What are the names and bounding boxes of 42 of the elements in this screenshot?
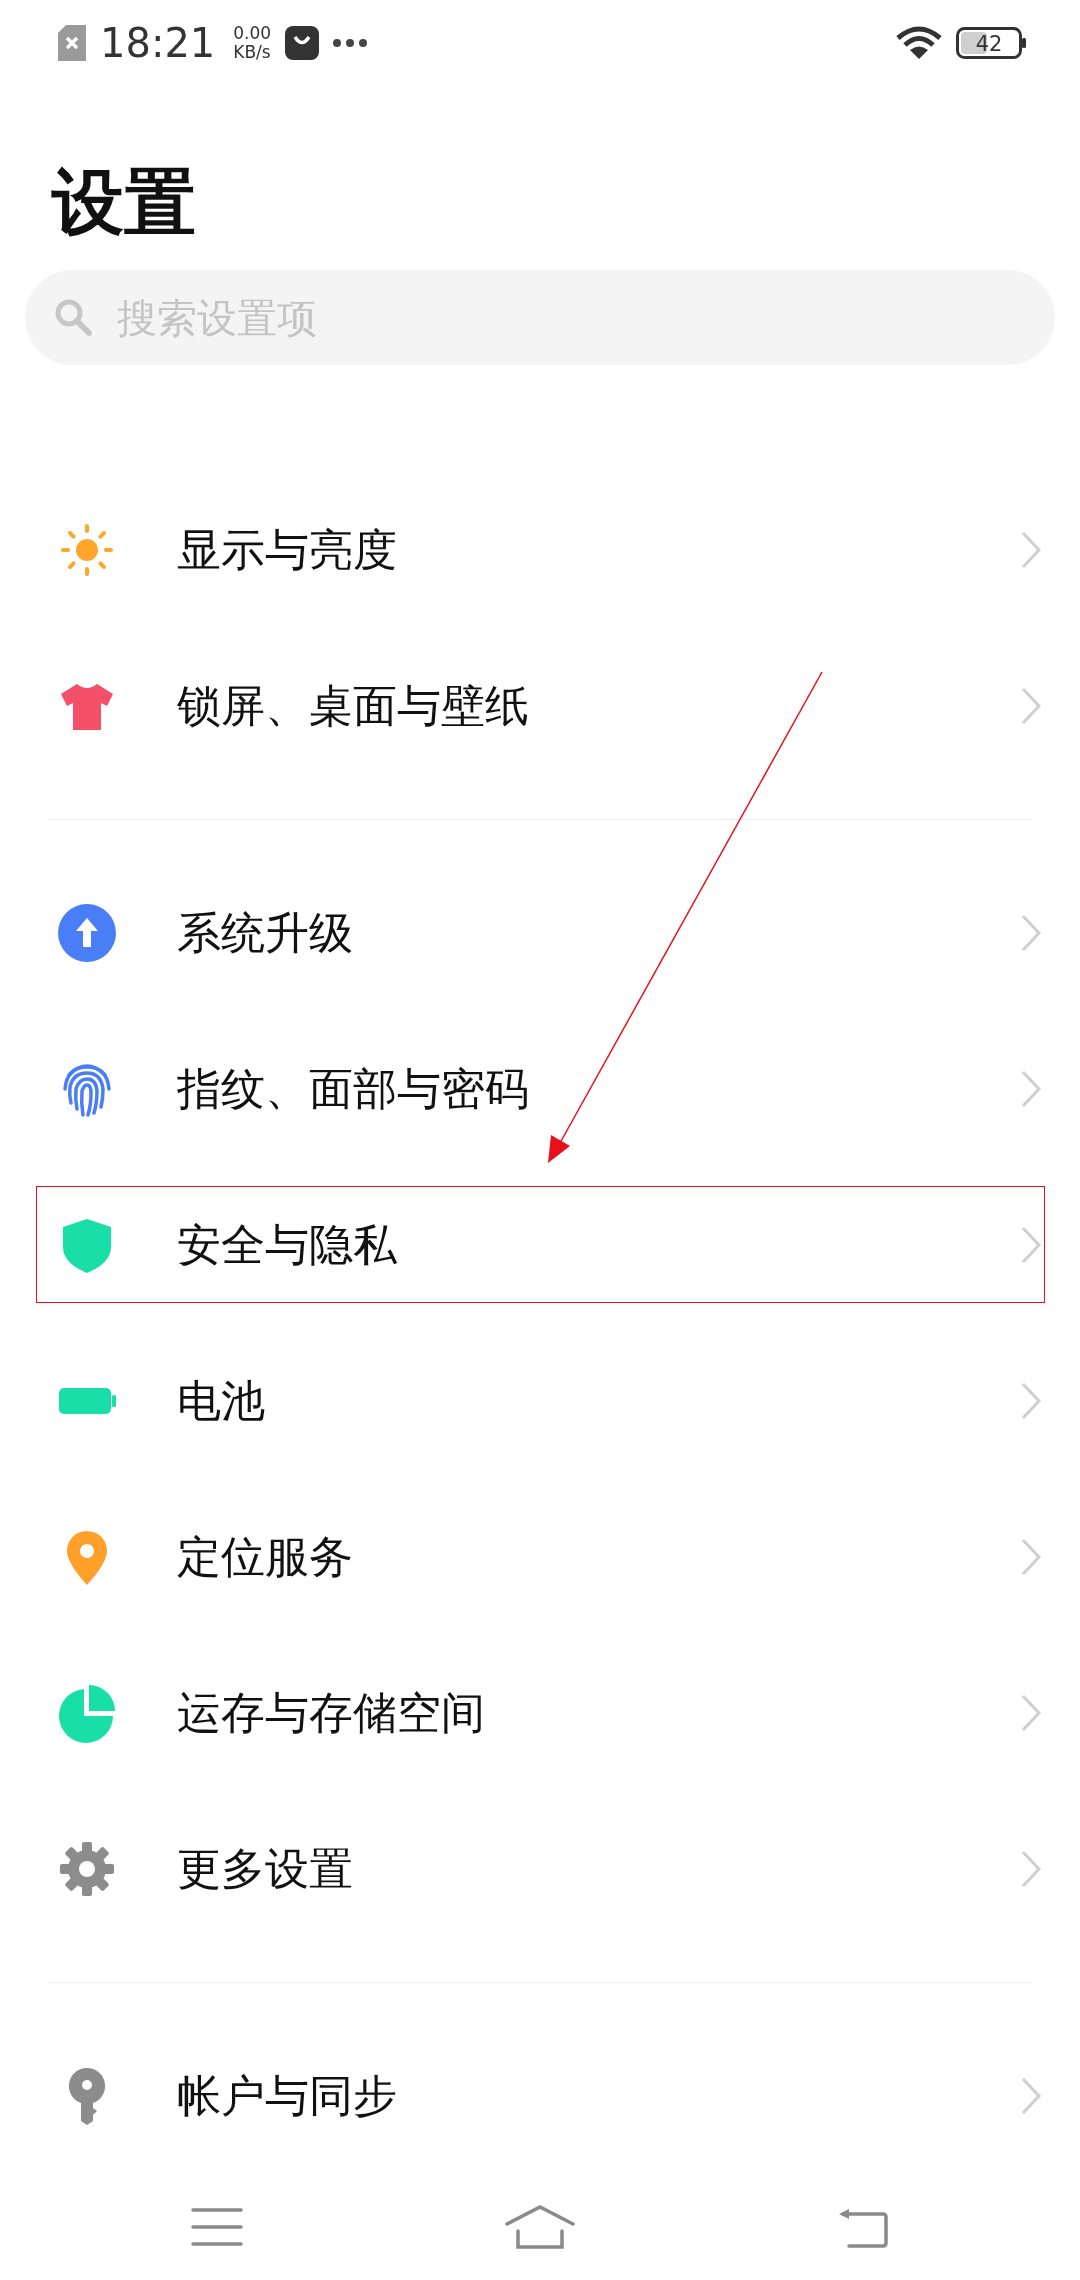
chevron-right-icon (1020, 913, 1042, 953)
settings-item[interactable]: 锁屏、桌面与壁纸 (0, 628, 1080, 784)
menu-icon[interactable] (190, 2207, 243, 2247)
shopping-bag-icon (285, 25, 320, 60)
chevron-right-icon (1020, 2076, 1042, 2116)
pie-chart-icon (57, 1683, 117, 1743)
settings-item[interactable]: 帐户与同步 (0, 2018, 1080, 2174)
settings-item[interactable]: 指纹、面部与密码 (0, 1011, 1080, 1167)
item-label: 锁屏、桌面与壁纸 (177, 678, 530, 733)
chevron-right-icon (1020, 686, 1042, 726)
network-speed-value: 0.00 (233, 23, 272, 43)
chevron-right-icon (1020, 1849, 1042, 1889)
chevron-right-icon (1020, 1537, 1042, 1577)
settings-item[interactable]: 定位服务 (0, 1479, 1080, 1635)
item-label: 安全与隐私 (177, 1217, 398, 1272)
gear-icon (57, 1839, 117, 1899)
item-label: 帐户与同步 (177, 2068, 398, 2123)
page-title: 设置 (50, 159, 197, 246)
chevron-right-icon (1020, 530, 1042, 570)
settings-item[interactable]: 更多设置 (0, 1791, 1080, 1947)
item-label: 更多设置 (177, 1841, 354, 1896)
chevron-right-icon (1020, 1069, 1042, 1109)
chevron-right-icon (1020, 1225, 1042, 1265)
clock-time: 18:21 (100, 19, 216, 66)
wifi-icon (896, 25, 942, 60)
network-speed-unit: KB/s (233, 42, 272, 62)
sim-card-icon (58, 24, 86, 61)
item-label: 显示与亮度 (177, 522, 398, 577)
more-dots-icon (333, 38, 368, 47)
item-label: 电池 (177, 1373, 266, 1428)
item-label: 运存与存储空间 (177, 1685, 486, 1740)
chevron-right-icon (1020, 1693, 1042, 1733)
settings-item[interactable]: 显示与亮度 (0, 472, 1080, 628)
item-label: 系统升级 (177, 905, 354, 960)
settings-item[interactable]: 安全与隐私 (0, 1167, 1080, 1323)
settings-item[interactable]: 系统升级 (0, 855, 1080, 1011)
settings-item[interactable]: 电池 (0, 1323, 1080, 1479)
item-label: 指纹、面部与密码 (177, 1061, 530, 1116)
item-label: 定位服务 (177, 1529, 354, 1584)
chevron-right-icon (1020, 1381, 1042, 1421)
home-icon[interactable] (504, 2204, 576, 2250)
settings-item[interactable]: 运存与存储空间 (0, 1635, 1080, 1791)
